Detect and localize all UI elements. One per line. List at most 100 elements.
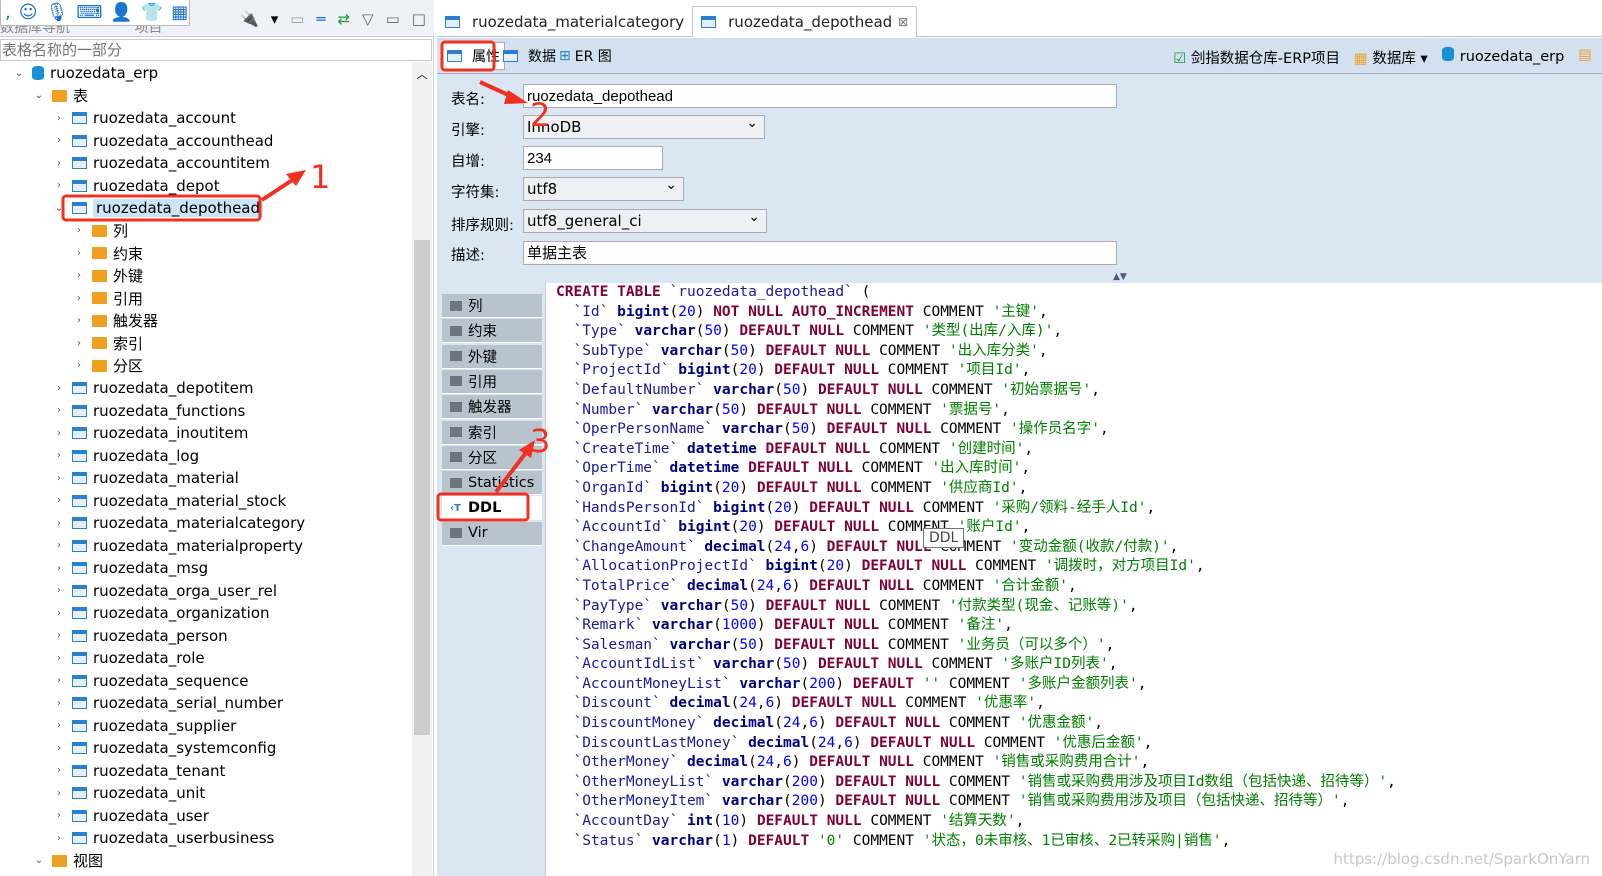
tree-table-item[interactable]: › ruozedata_organization xyxy=(0,602,412,625)
charset-select[interactable]: utf8 xyxy=(523,174,684,201)
table-filter-input[interactable] xyxy=(0,39,432,61)
chevron-right-icon[interactable]: › xyxy=(72,248,86,259)
tree-table-selected[interactable]: ⌄ ruozedata_depothead xyxy=(0,197,412,220)
tree-table-item[interactable]: › ruozedata_accountitem xyxy=(0,152,412,175)
chevron-right-icon[interactable]: › xyxy=(52,495,66,506)
chevron-right-icon[interactable]: › xyxy=(72,338,86,349)
chevron-right-icon[interactable]: › xyxy=(52,180,66,191)
chevron-down-icon[interactable]: ⌄ xyxy=(32,855,46,866)
chevron-right-icon[interactable]: › xyxy=(52,540,66,551)
chevron-right-icon[interactable]: › xyxy=(52,743,66,754)
vtab-4[interactable]: 触发器 xyxy=(442,395,542,420)
auto-increment-input[interactable] xyxy=(523,146,663,170)
close-icon[interactable]: ⊠ xyxy=(898,15,908,29)
tree-table-item[interactable]: › ruozedata_depot xyxy=(0,175,412,198)
subtab-er-diagram[interactable]: ⊞ ER 图 xyxy=(555,42,616,70)
tree-table-item[interactable]: › ruozedata_materialproperty xyxy=(0,535,412,558)
tree-subfolder-item[interactable]: › 引用 xyxy=(0,287,412,310)
tree-table-item[interactable]: › ruozedata_log xyxy=(0,445,412,468)
collapse-icon[interactable]: ═ xyxy=(316,10,325,28)
tree-subfolder-item[interactable]: › 分区 xyxy=(0,355,412,378)
chevron-right-icon[interactable]: › xyxy=(52,428,66,439)
dropdown-icon[interactable]: ▾ xyxy=(271,10,279,28)
vtab-3[interactable]: 引用 xyxy=(442,369,542,394)
tree-table-item[interactable]: › ruozedata_person xyxy=(0,625,412,648)
chevron-right-icon[interactable]: › xyxy=(52,383,66,394)
chevron-right-icon[interactable]: › xyxy=(72,315,86,326)
user-card-icon[interactable]: 👤 xyxy=(110,2,132,23)
chevron-right-icon[interactable]: › xyxy=(52,405,66,416)
vtab-0[interactable]: 列 xyxy=(442,294,542,318)
keyboard-icon[interactable]: ⌨ xyxy=(76,2,102,23)
breadcrumb-project[interactable]: ☑ 剑指数据仓库-ERP项目 xyxy=(1173,47,1340,68)
splitter-arrows-icon[interactable]: ▲▼ xyxy=(1113,272,1127,282)
chevron-right-icon[interactable]: › xyxy=(52,608,66,619)
vtab-2[interactable]: 外键 xyxy=(442,344,542,369)
chevron-right-icon[interactable]: › xyxy=(52,473,66,484)
tree-table-item[interactable]: › ruozedata_materialcategory xyxy=(0,512,412,535)
tree-table-item[interactable]: › ruozedata_material xyxy=(0,467,412,490)
view-menu-icon[interactable]: ▽ xyxy=(362,10,374,28)
tree-table-item[interactable]: › ruozedata_serial_number xyxy=(0,692,412,715)
chevron-right-icon[interactable]: › xyxy=(52,113,66,124)
tree-subfolder-item[interactable]: › 列 xyxy=(0,220,412,243)
ddl-editor[interactable]: CREATE TABLE `ruozedata_depothead` ( `Id… xyxy=(545,283,1602,876)
tree-table-item[interactable]: › ruozedata_accounthead xyxy=(0,130,412,153)
chevron-down-icon[interactable]: ⌄ xyxy=(52,203,66,214)
chevron-right-icon[interactable]: › xyxy=(72,270,86,281)
description-input[interactable]: 单据主表 xyxy=(523,241,1117,265)
table-folder-icon[interactable]: ▤ xyxy=(1578,47,1592,68)
tab-ruozedata-depothead[interactable]: ruozedata_depothead ⊠ xyxy=(692,6,918,37)
chevron-right-icon[interactable]: › xyxy=(52,810,66,821)
chevron-right-icon[interactable]: › xyxy=(52,585,66,596)
chevron-down-icon[interactable]: ⌄ xyxy=(32,90,46,101)
table-name-input[interactable] xyxy=(523,84,1117,108)
vtab-8[interactable]: ‹T DDL xyxy=(442,496,542,521)
chevron-right-icon[interactable]: › xyxy=(52,720,66,731)
tab-ruozedata-materialcategory[interactable]: ruozedata_materialcategory xyxy=(437,6,692,37)
chevron-right-icon[interactable]: › xyxy=(52,788,66,799)
vtab-5[interactable]: 索引 xyxy=(442,420,542,445)
tree-table-item[interactable]: › ruozedata_functions xyxy=(0,400,412,423)
collation-select[interactable]: utf8_general_ci xyxy=(523,206,767,233)
tree-tables-folder[interactable]: ⌄ 表 xyxy=(0,85,412,108)
microphone-icon[interactable]: 🎙 xyxy=(46,2,69,23)
new-connection-icon[interactable]: 🔌 xyxy=(240,10,259,28)
chevron-right-icon[interactable]: › xyxy=(52,518,66,529)
link-editor-icon[interactable]: ⇄ xyxy=(337,10,350,28)
tree-connection[interactable]: ⌄ ruozedata_erp xyxy=(0,62,412,85)
chevron-right-icon[interactable]: › xyxy=(72,293,86,304)
tree-subfolder-item[interactable]: › 索引 xyxy=(0,332,412,355)
chevron-right-icon[interactable]: › xyxy=(52,698,66,709)
minimize-icon[interactable]: ▭ xyxy=(386,10,400,28)
tree-table-item[interactable]: › ruozedata_supplier xyxy=(0,715,412,738)
tree-views-folder[interactable]: ⌄ 视图 xyxy=(0,850,412,873)
tree-subfolder-item[interactable]: › 外键 xyxy=(0,265,412,288)
maximize-icon[interactable]: □ xyxy=(412,10,426,28)
tree-subfolder-item[interactable]: › 触发器 xyxy=(0,310,412,333)
vtab-9[interactable]: Vir xyxy=(442,521,542,546)
engine-select[interactable]: InnoDB xyxy=(523,112,765,139)
grid-icon[interactable]: ▦ xyxy=(171,2,188,23)
chevron-right-icon[interactable]: › xyxy=(52,135,66,146)
vtab-1[interactable]: 约束 xyxy=(442,319,542,344)
new-folder-icon[interactable]: ▭ xyxy=(290,10,304,28)
tree-table-item[interactable]: › ruozedata_role xyxy=(0,647,412,670)
breadcrumb-database[interactable]: ▦ 数据库 ▾ xyxy=(1354,47,1428,68)
tree-table-item[interactable]: › ruozedata_msg xyxy=(0,557,412,580)
tree-table-item[interactable]: › ruozedata_tenant xyxy=(0,760,412,783)
tree-table-item[interactable]: › ruozedata_inoutitem xyxy=(0,422,412,445)
tree-table-item[interactable]: › ruozedata_orga_user_rel xyxy=(0,580,412,603)
tree-scrollbar-thumb[interactable] xyxy=(414,240,430,735)
tree-table-item[interactable]: › ruozedata_depotitem xyxy=(0,377,412,400)
chevron-right-icon[interactable]: › xyxy=(72,360,86,371)
breadcrumb-schema[interactable]: ruozedata_erp xyxy=(1441,47,1564,68)
subtab-data[interactable]: 数据 xyxy=(499,42,560,70)
tree-table-item[interactable]: › ruozedata_account xyxy=(0,107,412,130)
chevron-right-icon[interactable]: › xyxy=(52,765,66,776)
chevron-right-icon[interactable]: › xyxy=(52,653,66,664)
chevron-right-icon[interactable]: › xyxy=(52,675,66,686)
comma-icon[interactable]: , xyxy=(5,2,11,23)
tshirt-icon[interactable]: 👕 xyxy=(141,2,163,23)
tree-table-item[interactable]: › ruozedata_user xyxy=(0,805,412,828)
